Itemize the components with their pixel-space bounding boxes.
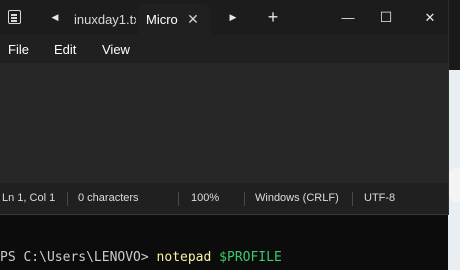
- minimize-icon: —: [341, 10, 355, 25]
- maximize-button[interactable]: ☐: [368, 0, 404, 35]
- close-button[interactable]: ✕: [412, 0, 448, 35]
- notepad-window: ◀ inuxday1.txt Micro ✕ ▶ + — ☐ ✕ File Ed…: [0, 0, 449, 215]
- scroll-tabs-right-icon[interactable]: ▶: [222, 0, 244, 35]
- notepad-app-icon: [8, 10, 21, 24]
- tab-close-icon[interactable]: ✕: [182, 4, 204, 35]
- desktop-background-top: [448, 0, 460, 70]
- menu-bar: File Edit View: [0, 35, 448, 92]
- menu-edit[interactable]: Edit: [54, 39, 76, 61]
- menu-view[interactable]: View: [102, 39, 130, 61]
- tab-label: Micro: [146, 12, 178, 27]
- status-zoom[interactable]: 100%: [191, 183, 219, 214]
- status-divider: [352, 192, 353, 206]
- terminal-command-line: PS C:\Users\LENOVO> notepad $PROFILE: [0, 248, 282, 268]
- status-cursor-position: Ln 1, Col 1: [2, 192, 56, 204]
- close-icon: ✕: [424, 9, 436, 25]
- terminal-argument: $PROFILE: [219, 250, 282, 265]
- side-widget: [449, 168, 460, 202]
- terminal-command: notepad: [156, 250, 212, 265]
- new-tab-icon[interactable]: +: [262, 0, 284, 35]
- tab-label: inuxday1.txt: [74, 12, 136, 27]
- status-bar: Ln 1, Col 1 0 characters 100% Windows (C…: [0, 183, 448, 214]
- status-character-count: 0 characters: [78, 192, 139, 204]
- menu-file[interactable]: File: [8, 39, 29, 61]
- status-divider: [178, 192, 179, 206]
- tab-inuxday1[interactable]: inuxday1.txt: [70, 4, 136, 35]
- terminal-prompt: PS C:\Users\LENOVO>: [0, 250, 157, 265]
- text-editor-area[interactable]: [0, 63, 448, 183]
- status-line-endings: Windows (CRLF): [255, 192, 339, 204]
- scroll-tabs-left-icon[interactable]: ◀: [44, 0, 66, 35]
- title-bar: ◀ inuxday1.txt Micro ✕ ▶ + — ☐ ✕: [0, 0, 448, 35]
- status-encoding: UTF-8: [364, 192, 396, 204]
- status-divider: [67, 192, 68, 206]
- status-divider: [244, 192, 245, 206]
- minimize-button[interactable]: —: [330, 0, 366, 35]
- maximize-icon: ☐: [379, 9, 393, 25]
